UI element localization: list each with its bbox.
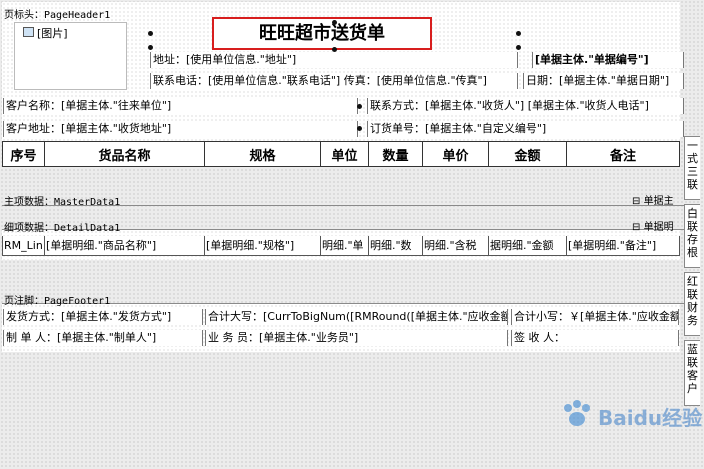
receiver-field[interactable]: 签 收 人： xyxy=(511,330,679,346)
detail-band-label: 细项数据：DetailData1 xyxy=(4,223,121,234)
customer-name-field[interactable]: 客户名称：[单据主体."往来单位"] xyxy=(3,98,358,114)
column-header[interactable]: 货品名称 xyxy=(44,142,204,166)
total-lower-field[interactable]: 合计小写：￥[单据主体."应收金额"] xyxy=(511,309,679,325)
detail-row: RM_Lin [单据明细."商品名称"] [单据明细."规格"] 明细."单 明… xyxy=(2,236,680,256)
detail-cell[interactable]: [单据明细."商品名称"] xyxy=(44,236,204,255)
column-header[interactable]: 数量 xyxy=(368,142,422,166)
column-header[interactable]: 规格 xyxy=(204,142,320,166)
baidu-watermark: Baidu经验 xyxy=(546,386,702,446)
salesman-field[interactable]: 业 务 员：[单据主体."业务员"] xyxy=(205,330,508,346)
watermark-text: Baidu经验 xyxy=(598,406,703,430)
side-tab[interactable]: 红联财务 xyxy=(684,272,700,336)
detail-band-tag-label: 单据明 xyxy=(643,222,674,233)
detail-cell[interactable]: 明细."含税 xyxy=(422,236,488,255)
customer-address-field[interactable]: 客户地址：[单据主体."收货地址"] xyxy=(3,121,358,137)
address-field[interactable]: 地址：[使用单位信息."地址"] xyxy=(150,52,518,68)
column-header[interactable]: 备注 xyxy=(566,142,680,166)
detail-cell[interactable]: RM_Lin xyxy=(2,236,44,255)
side-tab[interactable]: 一式三联 xyxy=(684,136,700,200)
detail-cell[interactable]: 明细."数 xyxy=(368,236,422,255)
image-icon xyxy=(23,27,34,37)
master-band-label: 主项数据：MasterData1 xyxy=(4,197,121,208)
copy-tabs: 一式三联 白联存根 红联财务 蓝联客户 xyxy=(684,130,704,410)
master-band-tag-label: 单据主 xyxy=(643,196,674,207)
column-header[interactable]: 单价 xyxy=(422,142,488,166)
order-no-field[interactable]: 订货单号：[单据主体."自定义编号"] xyxy=(367,121,684,137)
detail-cell[interactable]: 据明细."金额 xyxy=(488,236,566,255)
image-placeholder[interactable]: [图片] xyxy=(14,22,127,90)
detail-band-tag[interactable]: ⊟ 单据明 xyxy=(632,218,674,233)
report-title[interactable]: 旺旺超市送货单 xyxy=(212,17,432,50)
bill-no-field[interactable]: [单据主体."单据编号"] xyxy=(532,52,684,68)
table-header-row: 序号 货品名称 规格 单位 数量 单价 金额 备注 xyxy=(2,141,680,167)
date-field[interactable]: 日期：[单据主体."单据日期"] xyxy=(523,73,684,89)
page-header-band-label: 页标头：PageHeader1 xyxy=(4,10,111,21)
ship-method-field[interactable]: 发货方式：[单据主体."发货方式"] xyxy=(3,309,203,325)
total-upper-field[interactable]: 合计大写：[CurrToBigNum([RMRound([单据主体."应收金额"… xyxy=(205,309,508,325)
column-header[interactable]: 金额 xyxy=(488,142,566,166)
selection-handle[interactable] xyxy=(357,126,362,131)
detail-cell[interactable]: 明细."单 xyxy=(320,236,368,255)
page-footer-band-label: 页注脚：PageFooter1 xyxy=(4,296,111,307)
column-header[interactable]: 序号 xyxy=(2,142,44,166)
band-icon: ⊟ xyxy=(632,222,641,233)
selection-handle[interactable] xyxy=(148,45,153,50)
band-icon: ⊟ xyxy=(632,196,641,207)
contact-field[interactable]: 联系电话：[使用单位信息."联系电话"] 传真：[使用单位信息."传真"] xyxy=(150,73,518,89)
selection-handle[interactable] xyxy=(148,31,153,36)
contact-person-field[interactable]: 联系方式：[单据主体."收货人"] [单据主体."收货人电话"] xyxy=(367,98,684,114)
image-label: [图片] xyxy=(37,27,68,40)
side-tab[interactable]: 白联存根 xyxy=(684,204,700,268)
selection-handle[interactable] xyxy=(516,31,521,36)
column-header[interactable]: 单位 xyxy=(320,142,368,166)
selection-handle[interactable] xyxy=(357,104,362,109)
master-band-tag[interactable]: ⊟ 单据主 xyxy=(632,192,674,207)
selection-handle[interactable] xyxy=(332,20,337,25)
selection-handle[interactable] xyxy=(516,45,521,50)
maker-field[interactable]: 制 单 人：[单据主体."制单人"] xyxy=(3,330,203,346)
detail-cell[interactable]: [单据明细."规格"] xyxy=(204,236,320,255)
detail-cell[interactable]: [单据明细."备注"] xyxy=(566,236,680,255)
